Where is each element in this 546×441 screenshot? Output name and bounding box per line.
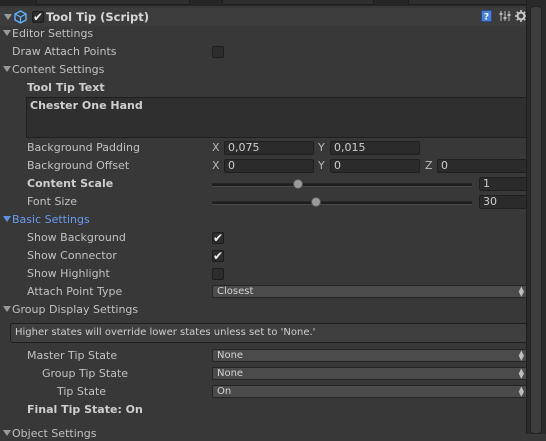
tool-tip-text-area[interactable]: Chester One Hand xyxy=(26,97,528,138)
popup-arrows-icon: ▲ ▼ xyxy=(518,285,524,298)
component-enabled-checkbox[interactable]: ✔ xyxy=(32,11,44,23)
popup-arrows-icon: ▲ ▼ xyxy=(518,367,524,380)
content-settings-header[interactable]: Content Settings xyxy=(12,63,104,77)
master-tip-state-label: Master Tip State xyxy=(27,349,118,362)
editor-settings-header[interactable]: Editor Settings xyxy=(12,27,93,41)
offset-x-input[interactable]: 0 xyxy=(224,159,314,173)
padding-x-label: X xyxy=(212,141,220,154)
font-size-input[interactable]: 30 xyxy=(479,195,528,209)
font-size-label: Font Size xyxy=(27,195,78,208)
check-icon: ✔ xyxy=(213,249,224,263)
offset-z-label: Z xyxy=(425,159,433,172)
background-offset-label: Background Offset xyxy=(27,159,130,172)
popup-arrows-icon: ▲ ▼ xyxy=(518,349,524,362)
content-scale-input[interactable]: 1 xyxy=(479,177,528,191)
previous-field-1 xyxy=(36,0,190,5)
tip-state-value: On xyxy=(217,386,232,397)
attach-point-type-label: Attach Point Type xyxy=(27,285,123,298)
master-tip-state-dropdown[interactable]: None ▲ ▼ xyxy=(212,349,528,362)
tip-state-dropdown[interactable]: On ▲ ▼ xyxy=(212,385,528,398)
basic-settings-header[interactable]: Basic Settings xyxy=(12,213,90,227)
draw-attach-points-checkbox[interactable] xyxy=(212,46,224,58)
offset-y-label: Y xyxy=(318,159,325,172)
script-icon xyxy=(14,10,27,24)
content-scale-label: Content Scale xyxy=(27,177,114,190)
show-connector-label: Show Connector xyxy=(27,249,117,262)
content-settings-foldout-icon[interactable] xyxy=(3,66,11,72)
foldout-arrow-icon[interactable] xyxy=(4,14,12,20)
group-tip-state-value: None xyxy=(217,368,244,379)
group-display-settings-foldout-icon[interactable] xyxy=(3,306,11,312)
offset-y-input[interactable]: 0 xyxy=(330,159,420,173)
previous-field-2 xyxy=(222,0,374,5)
tip-state-label: Tip State xyxy=(57,385,107,398)
padding-x-input[interactable]: 0,075 xyxy=(224,141,314,155)
basic-settings-foldout-icon[interactable] xyxy=(3,216,11,222)
check-icon: ✔ xyxy=(33,10,44,24)
show-highlight-label: Show Highlight xyxy=(27,267,110,280)
font-size-slider-thumb[interactable] xyxy=(311,197,321,207)
show-background-label: Show Background xyxy=(27,231,126,244)
show-highlight-checkbox[interactable] xyxy=(212,268,224,280)
editor-settings-foldout-icon[interactable] xyxy=(3,30,11,36)
final-tip-state-label: Final Tip State: On xyxy=(27,403,143,416)
popup-arrows-icon: ▲ ▼ xyxy=(518,385,524,398)
offset-z-input[interactable]: 0 xyxy=(437,159,528,173)
group-help-box: Higher states will override lower states… xyxy=(10,323,528,343)
master-tip-state-value: None xyxy=(217,350,244,361)
content-scale-slider-track[interactable] xyxy=(212,183,472,187)
attach-point-type-value: Closest xyxy=(217,286,254,297)
background-padding-label: Background Padding xyxy=(27,141,140,154)
group-tip-state-label: Group Tip State xyxy=(42,367,129,380)
show-connector-checkbox[interactable]: ✔ xyxy=(212,250,224,262)
group-tip-state-dropdown[interactable]: None ▲ ▼ xyxy=(212,367,528,380)
tool-tip-text-label: Tool Tip Text xyxy=(27,81,105,94)
preset-sliders-icon[interactable] xyxy=(499,10,511,22)
offset-x-label: X xyxy=(212,159,220,172)
object-settings-header[interactable]: Object Settings xyxy=(12,427,96,441)
object-settings-foldout-icon[interactable] xyxy=(3,430,11,436)
show-background-checkbox[interactable]: ✔ xyxy=(212,232,224,244)
scrollbar-thumb[interactable] xyxy=(530,6,542,434)
padding-y-label: Y xyxy=(318,141,325,154)
draw-attach-points-label: Draw Attach Points xyxy=(12,45,117,58)
check-icon: ✔ xyxy=(213,231,224,245)
attach-point-type-dropdown[interactable]: Closest ▲ ▼ xyxy=(212,285,528,298)
content-scale-slider-thumb[interactable] xyxy=(292,179,303,189)
component-title: Tool Tip (Script) xyxy=(46,10,150,24)
previous-field-3 xyxy=(408,0,528,5)
font-size-slider-track[interactable] xyxy=(212,201,472,205)
padding-y-input[interactable]: 0,015 xyxy=(330,141,420,155)
svg-text:?: ? xyxy=(484,13,489,23)
group-display-settings-header[interactable]: Group Display Settings xyxy=(12,303,138,317)
help-book-icon[interactable]: ? xyxy=(481,10,492,22)
